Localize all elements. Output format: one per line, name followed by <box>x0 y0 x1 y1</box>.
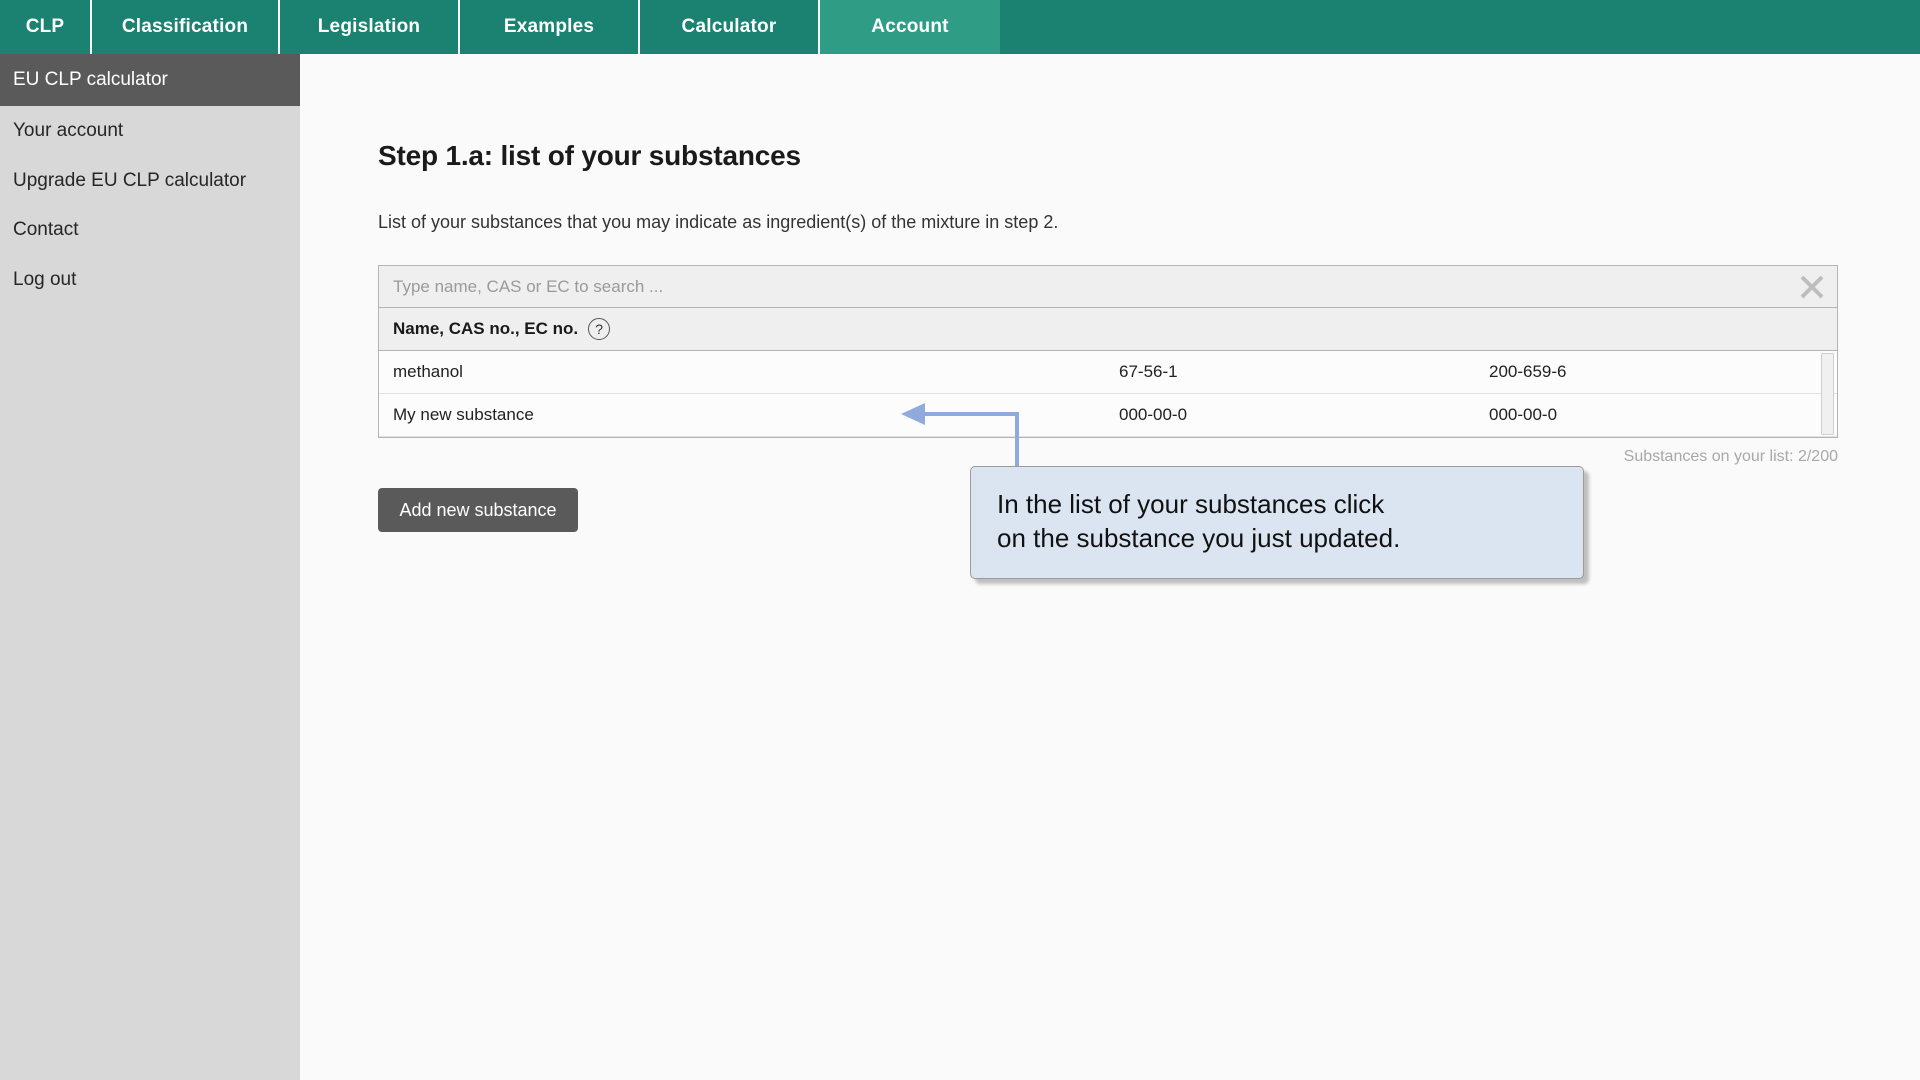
help-question-icon[interactable]: ? <box>588 318 611 340</box>
nav-tab-legislation[interactable]: Legislation <box>280 0 460 54</box>
substance-count-label: Substances on your list: 2/200 <box>1623 448 1838 465</box>
nav-tab-account-label: Account <box>871 16 949 37</box>
annotation-line-1: In the list of your substances click <box>997 489 1385 519</box>
cell-cas: 67-56-1 <box>1119 362 1178 381</box>
sidebar-item-contact-label: Contact <box>13 219 79 241</box>
nav-tab-legislation-label: Legislation <box>317 16 421 37</box>
cell-ec: 000-00-0 <box>1489 405 1558 424</box>
nav-tab-classification[interactable]: Classification <box>92 0 280 54</box>
annotation-line-2: on the substance you just updated. <box>997 523 1401 554</box>
nav-tab-classification-label: Classification <box>121 16 249 37</box>
main-content: Step 1.a: list of your substances List o… <box>300 54 1920 1080</box>
page-title: Step 1.a: list of your substances <box>378 140 801 171</box>
sidebar-item-eu-clp-calculator[interactable]: EU CLP calculator <box>0 54 300 106</box>
table-row[interactable]: My new substance 000-00-0 000-00-0 <box>379 394 1837 437</box>
sidebar: EU CLP calculator Your account Upgrade E… <box>0 54 300 1080</box>
nav-filler <box>1000 0 1920 54</box>
sidebar-item-upgrade-label: Upgrade EU CLP calculator <box>13 169 247 191</box>
add-new-substance-button[interactable]: Add new substance <box>378 488 578 532</box>
sidebar-item-log-out[interactable]: Log out <box>0 255 300 305</box>
top-navigation-bar: CLP Classification Legislation Examples … <box>0 0 1920 54</box>
annotation-callout: In the list of your substances click on … <box>970 466 1584 579</box>
nav-tab-clp[interactable]: CLP <box>0 0 92 54</box>
cell-name: My new substance <box>393 405 534 424</box>
sidebar-item-your-account[interactable]: Your account <box>0 106 300 156</box>
page-description: List of your substances that you may ind… <box>378 212 1059 232</box>
table-header-label: Name, CAS no., EC no. <box>393 319 579 338</box>
nav-tab-calculator-label: Calculator <box>681 16 777 37</box>
nav-tab-clp-label: CLP <box>25 16 65 37</box>
search-input[interactable] <box>379 266 1787 307</box>
close-x-icon[interactable] <box>1787 266 1837 307</box>
cell-name: methanol <box>393 362 463 381</box>
table-scrollbar[interactable] <box>1821 353 1834 435</box>
content-inner: Step 1.a: list of your substances List o… <box>300 54 1920 532</box>
search-row <box>378 265 1838 307</box>
sidebar-item-upgrade[interactable]: Upgrade EU CLP calculator <box>0 156 300 206</box>
table-header-row: Name, CAS no., EC no. ? <box>378 307 1838 351</box>
substances-table-body: methanol 67-56-1 200-659-6 My new substa… <box>378 351 1838 438</box>
nav-tab-account[interactable]: Account <box>820 0 1000 54</box>
table-row[interactable]: methanol 67-56-1 200-659-6 <box>379 351 1837 394</box>
sidebar-item-your-account-label: Your account <box>13 119 124 141</box>
nav-tab-calculator[interactable]: Calculator <box>640 0 820 54</box>
sidebar-item-log-out-label: Log out <box>13 269 77 290</box>
page-body: EU CLP calculator Your account Upgrade E… <box>0 54 1920 1080</box>
nav-tab-examples-label: Examples <box>503 16 595 37</box>
sidebar-item-eu-clp-calculator-label: EU CLP calculator <box>13 69 168 90</box>
sidebar-item-contact[interactable]: Contact <box>0 205 300 255</box>
cell-ec: 200-659-6 <box>1489 362 1567 381</box>
nav-tab-examples[interactable]: Examples <box>460 0 640 54</box>
cell-cas: 000-00-0 <box>1119 405 1188 424</box>
